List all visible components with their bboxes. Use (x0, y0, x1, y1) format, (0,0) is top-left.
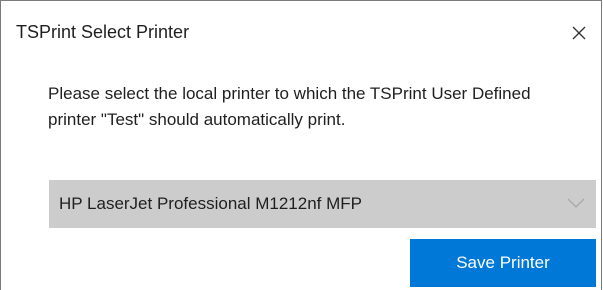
select-printer-dialog: TSPrint Select Printer Please select the… (0, 0, 602, 290)
instruction-line-2: printer "Test" should automatically prin… (48, 110, 346, 129)
instruction-text: Please select the local printer to which… (48, 81, 568, 133)
chevron-down-icon (567, 198, 585, 208)
save-printer-button[interactable]: Save Printer (410, 239, 596, 287)
printer-select-value: HP LaserJet Professional M1212nf MFP (59, 194, 362, 213)
dialog-title: TSPrint Select Printer (16, 22, 190, 42)
instruction-line-1: Please select the local printer to which… (48, 84, 531, 103)
close-button[interactable] (567, 21, 591, 45)
printer-select[interactable]: HP LaserJet Professional M1212nf MFP (49, 180, 596, 228)
close-icon (572, 26, 586, 40)
